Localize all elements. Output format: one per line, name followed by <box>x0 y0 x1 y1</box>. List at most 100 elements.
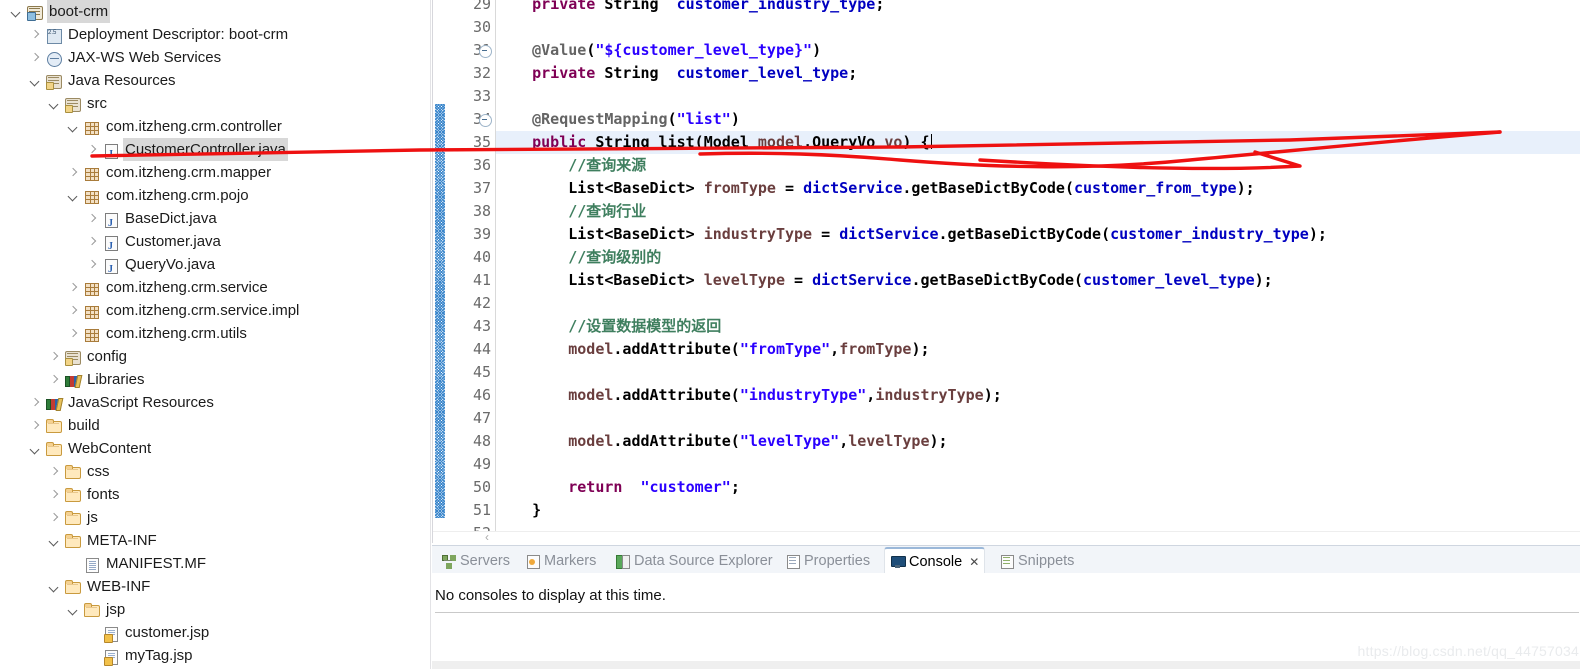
tree-item-customer-jsp[interactable]: customer.jsp <box>86 621 432 644</box>
code-line-30[interactable] <box>496 16 1587 39</box>
tree-twisty-expanded[interactable] <box>48 97 61 110</box>
code-token: levelType <box>703 271 785 289</box>
tree-twisty-collapsed[interactable] <box>86 212 99 225</box>
tree-item-fonts[interactable]: fonts <box>48 483 432 506</box>
tree-twisty-collapsed[interactable] <box>86 143 99 156</box>
code-line-37[interactable]: List<BaseDict> fromType = dictService.ge… <box>496 177 1587 200</box>
tree-twisty-collapsed[interactable] <box>67 327 80 340</box>
code-line-29[interactable]: private String customer_industry_type; <box>496 0 1587 16</box>
tree-twisty-expanded[interactable] <box>48 580 61 593</box>
tree-twisty-collapsed[interactable] <box>29 396 42 409</box>
code-line-48[interactable]: model.addAttribute("levelType",levelType… <box>496 430 1587 453</box>
tree-item-boot-crm[interactable]: boot-crm <box>10 0 432 23</box>
tree-item-js[interactable]: js <box>48 506 432 529</box>
tree-item-jsp[interactable]: jsp <box>67 598 432 621</box>
view-tab-servers[interactable]: Servers <box>436 548 515 573</box>
code-line-49[interactable] <box>496 453 1587 476</box>
tree-item-css[interactable]: css <box>48 460 432 483</box>
tree-item-jax-ws-web-services[interactable]: JAX-WS Web Services <box>29 46 432 69</box>
code-line-44[interactable]: model.addAttribute("fromType",fromType); <box>496 338 1587 361</box>
project-explorer-panel[interactable]: boot-crm Deployment Descriptor: boot-crm J… <box>0 0 432 669</box>
code-line-35[interactable]: public String list(Model model,QueryVo v… <box>496 131 1587 154</box>
code-token: List<BaseDict> <box>496 271 704 289</box>
fold-marker-31[interactable] <box>479 45 492 58</box>
tree-item-queryvo-java[interactable]: QueryVo.java <box>86 253 432 281</box>
tree-item-config[interactable]: config <box>48 345 432 368</box>
code-line-34[interactable]: @RequestMapping("list") <box>496 108 1587 131</box>
editor-gutter[interactable]: 2930313233343536373839404142434445464748… <box>433 0 495 542</box>
tree-item-mytag-jsp[interactable]: myTag.jsp <box>86 644 432 667</box>
tree-item-com-itzheng-crm-utils[interactable]: com.itzheng.crm.utils <box>67 322 432 345</box>
code-line-36[interactable]: //查询来源 <box>496 154 1587 177</box>
scroll-left-icon[interactable]: ‹ <box>480 531 494 543</box>
code-line-32[interactable]: private String customer_level_type; <box>496 62 1587 85</box>
code-line-38[interactable]: //查询行业 <box>496 200 1587 223</box>
code-line-41[interactable]: List<BaseDict> levelType = dictService.g… <box>496 269 1587 292</box>
tree-item-basedict-java[interactable]: BaseDict.java <box>86 207 432 235</box>
tree-item-build[interactable]: build <box>29 414 432 437</box>
tree-twisty-expanded[interactable] <box>67 603 80 616</box>
code-line-40[interactable]: //查询级别的 <box>496 246 1587 269</box>
tree-item-src[interactable]: src <box>48 92 432 115</box>
tree-item-customer-java[interactable]: Customer.java <box>86 230 432 258</box>
tree-twisty-collapsed[interactable] <box>67 281 80 294</box>
tree-twisty-collapsed[interactable] <box>48 465 61 478</box>
view-tab-data-source-explorer[interactable]: Data Source Explorer <box>610 548 778 573</box>
tree-twisty-collapsed[interactable] <box>67 304 80 317</box>
code-line-42[interactable] <box>496 292 1587 315</box>
tree-item-label: JAX-WS Web Services <box>68 49 222 66</box>
tree-item-javascript-resources[interactable]: JavaScript Resources <box>29 391 432 414</box>
tree-item-libraries[interactable]: Libraries <box>48 368 432 391</box>
tree-item-manifest-mf[interactable]: MANIFEST.MF <box>67 552 432 575</box>
view-tab-bar[interactable]: Servers Markers Data Source Explorer Proper… <box>432 546 1587 575</box>
source-folder-icon <box>64 349 81 366</box>
tree-item-com-itzheng-crm-service-impl[interactable]: com.itzheng.crm.service.impl <box>67 299 432 322</box>
code-line-43[interactable]: //设置数据模型的返回 <box>496 315 1587 338</box>
code-text-area[interactable]: private String customer_industry_type; @… <box>496 0 1587 531</box>
view-tab-snippets[interactable]: Snippets <box>994 548 1079 573</box>
code-line-45[interactable] <box>496 361 1587 384</box>
code-token: "list" <box>676 110 731 128</box>
tree-item-web-inf[interactable]: WEB-INF <box>48 575 432 598</box>
tree-twisty-collapsed[interactable] <box>29 28 42 41</box>
code-line-50[interactable]: return "customer"; <box>496 476 1587 499</box>
tree-twisty-collapsed[interactable] <box>48 511 61 524</box>
view-tab-console[interactable]: Console ✕ <box>884 547 986 575</box>
tree-twisty-expanded[interactable] <box>67 189 80 202</box>
tab-close-icon[interactable]: ✕ <box>969 556 979 568</box>
tree-twisty-collapsed[interactable] <box>48 488 61 501</box>
tree-item-meta-inf[interactable]: META-INF <box>48 529 432 552</box>
tree-twisty-collapsed[interactable] <box>86 258 99 271</box>
tree-twisty-collapsed[interactable] <box>29 51 42 64</box>
view-tab-markers[interactable]: Markers <box>520 548 601 573</box>
code-line-52[interactable] <box>496 522 1587 531</box>
tree-item-com-itzheng-crm-pojo[interactable]: com.itzheng.crm.pojo <box>67 184 432 207</box>
tree-twisty-collapsed[interactable] <box>48 350 61 363</box>
code-line-46[interactable]: model.addAttribute("industryType",indust… <box>496 384 1587 407</box>
code-editor[interactable]: 2930313233343536373839404142434445464748… <box>432 0 1587 544</box>
tree-item-com-itzheng-crm-mapper[interactable]: com.itzheng.crm.mapper <box>67 161 432 184</box>
code-line-33[interactable] <box>496 85 1587 108</box>
tree-item-webcontent[interactable]: WebContent <box>29 437 432 460</box>
tree-item-com-itzheng-crm-controller[interactable]: com.itzheng.crm.controller <box>67 115 432 138</box>
tree-item-deployment-descriptor-boot-crm[interactable]: Deployment Descriptor: boot-crm <box>29 22 432 46</box>
code-line-47[interactable] <box>496 407 1587 430</box>
tree-twisty-collapsed[interactable] <box>86 235 99 248</box>
tree-twisty-expanded[interactable] <box>29 74 42 87</box>
code-line-39[interactable]: List<BaseDict> industryType = dictServic… <box>496 223 1587 246</box>
tree-twisty-expanded[interactable] <box>10 5 23 18</box>
tree-twisty-collapsed[interactable] <box>48 373 61 386</box>
tree-twisty-collapsed[interactable] <box>29 419 42 432</box>
code-line-31[interactable]: @Value("${customer_level_type}") <box>496 39 1587 62</box>
tree-item-customercontroller-java[interactable]: CustomerController.java <box>86 138 432 166</box>
folder-icon-glyph <box>84 602 100 617</box>
tree-item-com-itzheng-crm-service[interactable]: com.itzheng.crm.service <box>67 276 432 299</box>
code-line-51[interactable]: } <box>496 499 1587 522</box>
tree-twisty-expanded[interactable] <box>67 120 80 133</box>
tree-twisty-collapsed[interactable] <box>67 166 80 179</box>
tree-twisty-expanded[interactable] <box>29 442 42 455</box>
tree-item-java-resources[interactable]: Java Resources <box>29 69 432 92</box>
fold-marker-34[interactable] <box>479 114 492 127</box>
view-tab-properties[interactable]: Properties <box>780 548 875 573</box>
tree-twisty-expanded[interactable] <box>48 534 61 547</box>
